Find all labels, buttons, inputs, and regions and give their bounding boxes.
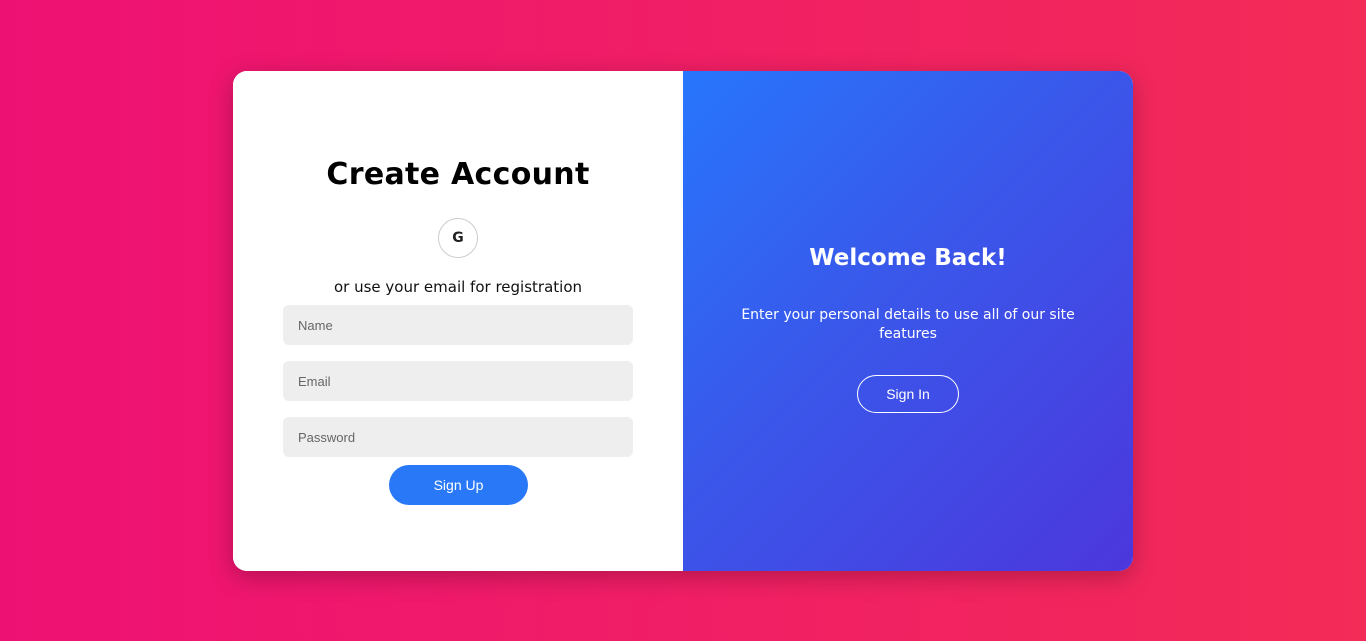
signup-title: Create Account xyxy=(326,157,590,192)
email-input[interactable] xyxy=(283,361,633,401)
google-icon: G xyxy=(452,230,464,246)
signup-panel: Create Account G or use your email for r… xyxy=(233,71,683,571)
auth-card: Create Account G or use your email for r… xyxy=(233,71,1133,571)
sign-in-button[interactable]: Sign In xyxy=(857,375,959,413)
name-input[interactable] xyxy=(283,305,633,345)
welcome-text: Enter your personal details to use all o… xyxy=(741,307,1075,342)
sign-up-button[interactable]: Sign Up xyxy=(389,465,528,505)
welcome-panel: Welcome Back! Enter your personal detail… xyxy=(683,71,1133,571)
welcome-title: Welcome Back! xyxy=(809,245,1007,271)
signup-subtitle: or use your email for registration xyxy=(334,278,582,296)
password-input[interactable] xyxy=(283,417,633,457)
google-signup-button[interactable]: G xyxy=(438,218,478,258)
